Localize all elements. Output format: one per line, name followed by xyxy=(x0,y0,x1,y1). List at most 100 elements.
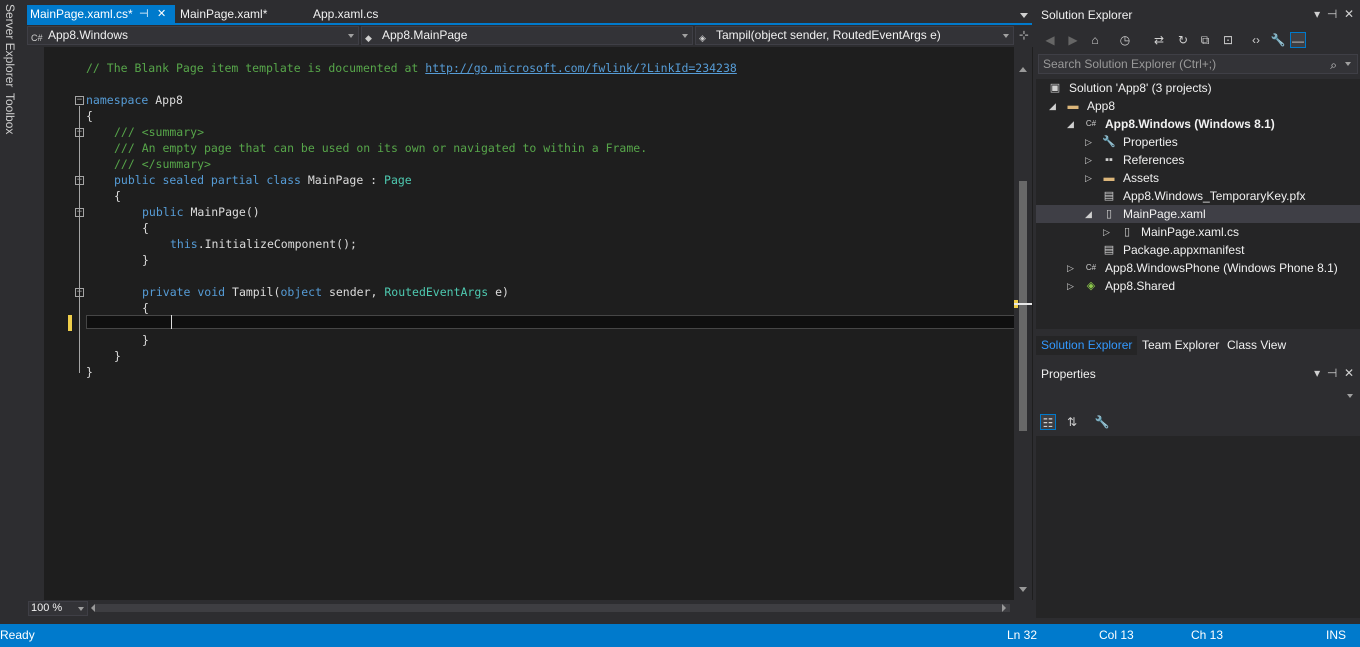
forward-icon[interactable]: ▶ xyxy=(1065,32,1081,48)
code-line: { xyxy=(86,109,93,123)
pin-icon[interactable]: ⊣ xyxy=(1327,7,1337,21)
tab-overflow-dropdown[interactable] xyxy=(1020,13,1028,18)
tab-mainpage-xaml[interactable]: MainPage.xaml* xyxy=(177,5,297,24)
refresh-icon[interactable]: ↻ xyxy=(1175,32,1191,48)
horizontal-scrollbar[interactable] xyxy=(95,604,1010,612)
view-code-icon[interactable]: ‹› xyxy=(1248,32,1264,48)
zoom-dropdown[interactable]: 100 % xyxy=(28,601,88,616)
back-icon[interactable]: ◀ xyxy=(1042,32,1058,48)
status-text: Ready xyxy=(0,628,35,642)
tab-class-view[interactable]: Class View xyxy=(1222,336,1291,355)
scroll-down-arrow[interactable] xyxy=(1019,587,1027,592)
server-explorer-tab[interactable]: Server Explorer xyxy=(3,4,17,87)
show-all-files-icon[interactable]: ⊡ xyxy=(1220,32,1236,48)
properties-panel: Properties ▾ ⊣ ✕ ☷ ⇅ 🔧 xyxy=(1036,362,1360,624)
tree-node-mainpage-xaml-cs[interactable]: ▷ ▯ MainPage.xaml.cs xyxy=(1036,223,1360,241)
panel-controls: ▾ ⊣ ✕ xyxy=(1314,366,1354,380)
chevron-down-icon[interactable] xyxy=(1345,62,1351,66)
object-selector-dropdown[interactable] xyxy=(1038,386,1358,404)
code-line: } xyxy=(86,365,93,379)
scroll-up-arrow[interactable] xyxy=(1019,67,1027,72)
fold-toggle-method[interactable]: − xyxy=(75,288,84,297)
right-tool-panels: Solution Explorer ▾ ⊣ ✕ ◀ ▶ ⌂ ◷ ⇄ ↻ ⧉ ⊡ … xyxy=(1036,0,1360,624)
tree-node-assets[interactable]: ▷ ▬ Assets xyxy=(1036,169,1360,187)
collapsed-arrow-icon[interactable]: ▷ xyxy=(1085,151,1092,169)
collapsed-arrow-icon[interactable]: ▷ xyxy=(1085,169,1092,187)
tab-solution-explorer[interactable]: Solution Explorer xyxy=(1036,336,1138,355)
window-position-icon[interactable]: ▾ xyxy=(1314,7,1320,21)
fold-toggle-ctor[interactable]: − xyxy=(75,208,84,217)
caret-position-marker xyxy=(1014,303,1032,305)
class-icon: ◆ xyxy=(365,33,372,43)
collapsed-arrow-icon[interactable]: ▷ xyxy=(1067,259,1074,277)
tree-node-app8-windows[interactable]: ◢ C# App8.Windows (Windows 8.1) xyxy=(1036,115,1360,133)
fold-toggle-summary[interactable]: − xyxy=(75,128,84,137)
chevron-down-icon xyxy=(348,34,354,38)
status-column: Col 13 xyxy=(1099,628,1134,642)
tab-mainpage-xaml-cs[interactable]: MainPage.xaml.cs* ⊣ ✕ xyxy=(27,5,175,24)
collapse-all-icon[interactable]: ⧉ xyxy=(1197,32,1213,48)
xaml-file-icon: ▯ xyxy=(1105,208,1113,220)
close-icon[interactable]: ✕ xyxy=(157,5,166,24)
solution-explorer-search[interactable]: Search Solution Explorer (Ctrl+;) ⌕ xyxy=(1038,54,1358,74)
folder-icon: ▬ xyxy=(1067,100,1079,112)
code-line: this.InitializeComponent(); xyxy=(170,237,357,251)
pin-icon[interactable]: ⊣ xyxy=(1327,366,1337,380)
expanded-arrow-icon[interactable]: ◢ xyxy=(1049,97,1056,115)
zoom-value: 100 % xyxy=(31,602,63,614)
expanded-arrow-icon[interactable]: ◢ xyxy=(1085,205,1092,223)
tree-node-mainpage-xaml[interactable]: ◢ ▯ MainPage.xaml xyxy=(1036,205,1360,223)
tree-node-solution[interactable]: ▣ Solution 'App8' (3 projects) xyxy=(1036,79,1360,97)
home-icon[interactable]: ⌂ xyxy=(1087,32,1103,48)
fwlink-link[interactable]: http://go.microsoft.com/fwlink/?LinkId=2… xyxy=(425,61,737,75)
tree-node-properties[interactable]: ▷ 🔧 Properties xyxy=(1036,133,1360,151)
property-pages-icon[interactable]: 🔧 xyxy=(1094,414,1110,430)
toolbox-tab[interactable]: Toolbox xyxy=(3,93,17,134)
sync-icon[interactable]: ⇄ xyxy=(1151,32,1167,48)
tree-node-app8-folder[interactable]: ◢ ▬ App8 xyxy=(1036,97,1360,115)
tab-label: App.xaml.cs xyxy=(313,7,379,21)
member-dropdown[interactable]: ◈ Tampil(object sender, RoutedEventArgs … xyxy=(695,26,1014,45)
tree-node-app8-windowsphone[interactable]: ▷ C# App8.WindowsPhone (Windows Phone 8.… xyxy=(1036,259,1360,277)
collapsed-arrow-icon[interactable]: ▷ xyxy=(1067,277,1074,295)
left-tool-strip: Server Explorer Toolbox xyxy=(0,0,22,624)
tree-node-temporary-key[interactable]: ▤ App8.Windows_TemporaryKey.pfx xyxy=(1036,187,1360,205)
pin-icon[interactable]: ⊣ xyxy=(139,5,149,24)
scroll-right-arrow[interactable] xyxy=(1002,604,1006,612)
vertical-scrollbar[interactable] xyxy=(1014,47,1032,600)
search-icon[interactable]: ⌕ xyxy=(1330,56,1337,74)
editor-bottom-bar: 100 % xyxy=(27,600,1032,617)
solution-tree[interactable]: ▣ Solution 'App8' (3 projects) ◢ ▬ App8 … xyxy=(1036,79,1360,329)
chevron-down-icon xyxy=(682,34,688,38)
close-icon[interactable]: ✕ xyxy=(1344,7,1354,21)
scroll-thumb[interactable] xyxy=(1019,181,1027,431)
expanded-arrow-icon[interactable]: ◢ xyxy=(1067,115,1074,133)
code-line: { xyxy=(114,189,121,203)
tab-app-xaml-cs[interactable]: App.xaml.cs xyxy=(310,5,410,24)
pending-changes-icon[interactable]: ◷ xyxy=(1117,32,1133,48)
csharp-file-icon: ▯ xyxy=(1123,226,1131,238)
selection-margin[interactable] xyxy=(44,47,50,600)
type-dropdown[interactable]: ◆ App8.MainPage xyxy=(361,26,693,45)
tree-node-references[interactable]: ▷ ▪▪ References xyxy=(1036,151,1360,169)
tree-node-app8-shared[interactable]: ▷ ◈ App8.Shared xyxy=(1036,277,1360,295)
solution-icon: ▣ xyxy=(1049,82,1061,94)
fold-toggle-class[interactable]: − xyxy=(75,176,84,185)
categorized-icon[interactable]: ☷ xyxy=(1040,414,1056,430)
tab-team-explorer[interactable]: Team Explorer xyxy=(1137,336,1224,355)
collapsed-arrow-icon[interactable]: ▷ xyxy=(1085,133,1092,151)
split-window-button[interactable]: ⊹ xyxy=(1016,26,1032,45)
code-line: } xyxy=(142,333,149,347)
code-editor[interactable]: − − − − − // The Blank Page item templat… xyxy=(44,47,1033,600)
tree-node-package-manifest[interactable]: ▤ Package.appxmanifest xyxy=(1036,241,1360,259)
fold-toggle-namespace[interactable]: − xyxy=(75,96,84,105)
preview-selected-icon[interactable]: — xyxy=(1290,32,1306,48)
solution-explorer-toolbar: ◀ ▶ ⌂ ◷ ⇄ ↻ ⧉ ⊡ ‹› 🔧 — xyxy=(1036,28,1360,52)
properties-wrench-icon[interactable]: 🔧 xyxy=(1270,32,1286,48)
window-position-icon[interactable]: ▾ xyxy=(1314,366,1320,380)
navigation-bar: C# App8.Windows ◆ App8.MainPage ◈ Tampil… xyxy=(27,25,1032,46)
collapsed-arrow-icon[interactable]: ▷ xyxy=(1103,223,1110,241)
project-dropdown[interactable]: C# App8.Windows xyxy=(27,26,359,45)
alphabetical-icon[interactable]: ⇅ xyxy=(1064,414,1080,430)
close-icon[interactable]: ✕ xyxy=(1344,366,1354,380)
